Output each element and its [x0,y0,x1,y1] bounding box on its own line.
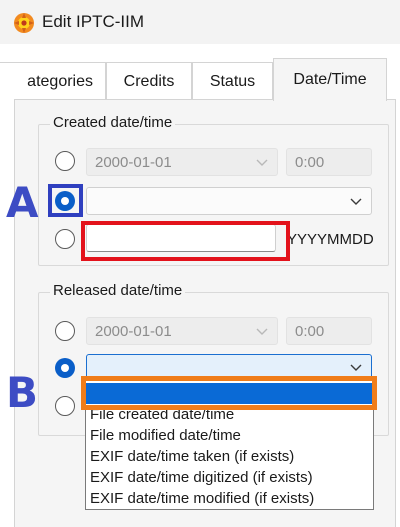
released-group-title: Released date/time [50,282,186,299]
tab-label: Date/Time [293,71,367,88]
date-format-label: YYYYMMDD [287,231,374,248]
tab-strip: ategories Credits Status Date/Time [0,58,400,101]
released-radio-preset[interactable] [55,358,75,378]
tab-credits[interactable]: Credits [106,62,192,100]
annotation-label-b: B [6,368,39,417]
created-date-picker[interactable]: 2000-01-01 [86,148,278,176]
released-radio-fixed-date[interactable] [55,321,75,341]
tab-label: Status [209,72,256,90]
released-date-value: 2000-01-01 [95,322,172,340]
released-date-picker[interactable]: 2000-01-01 [86,317,278,345]
tab-date-time[interactable]: Date/Time [273,58,387,101]
window-title: Edit IPTC-IIM [42,12,145,31]
title-bar: Edit IPTC-IIM [0,0,400,44]
dropdown-option-empty[interactable] [86,383,373,404]
created-preset-dropdown[interactable] [86,187,372,215]
dropdown-option-file-created[interactable]: File created date/time [86,404,373,425]
tab-categories[interactable]: ategories [0,62,106,100]
released-preset-dropdown[interactable] [86,354,372,380]
created-group-title: Created date/time [50,114,176,131]
dropdown-option-exif-taken[interactable]: EXIF date/time taken (if exists) [86,446,373,467]
tab-label: ategories [27,72,93,90]
chevron-down-icon [349,360,363,374]
chevron-down-icon [255,324,269,338]
created-date-value: 2000-01-01 [95,153,172,171]
released-time-field[interactable]: 0:00 [286,317,372,345]
dropdown-option-exif-modified[interactable]: EXIF date/time modified (if exists) [86,488,373,509]
created-radio-text[interactable] [55,229,75,249]
released-time-value: 0:00 [295,322,325,340]
dropdown-option-file-modified[interactable]: File modified date/time [86,425,373,446]
chevron-down-icon [255,155,269,169]
annotation-label-a: A [6,178,39,227]
xnview-app-icon [13,12,35,34]
created-radio-fixed-date[interactable] [55,151,75,171]
tab-status[interactable]: Status [192,62,273,100]
created-radio-preset[interactable] [55,191,75,211]
released-preset-options-list: File created date/time File modified dat… [85,379,374,510]
dropdown-option-exif-digitized[interactable]: EXIF date/time digitized (if exists) [86,467,373,488]
created-time-value: 0:00 [295,153,325,171]
released-radio-text[interactable] [55,396,75,416]
created-time-field[interactable]: 0:00 [286,148,372,176]
created-date-text-input[interactable] [86,224,276,252]
chevron-down-icon [349,194,363,208]
tab-label: Credits [123,72,175,90]
